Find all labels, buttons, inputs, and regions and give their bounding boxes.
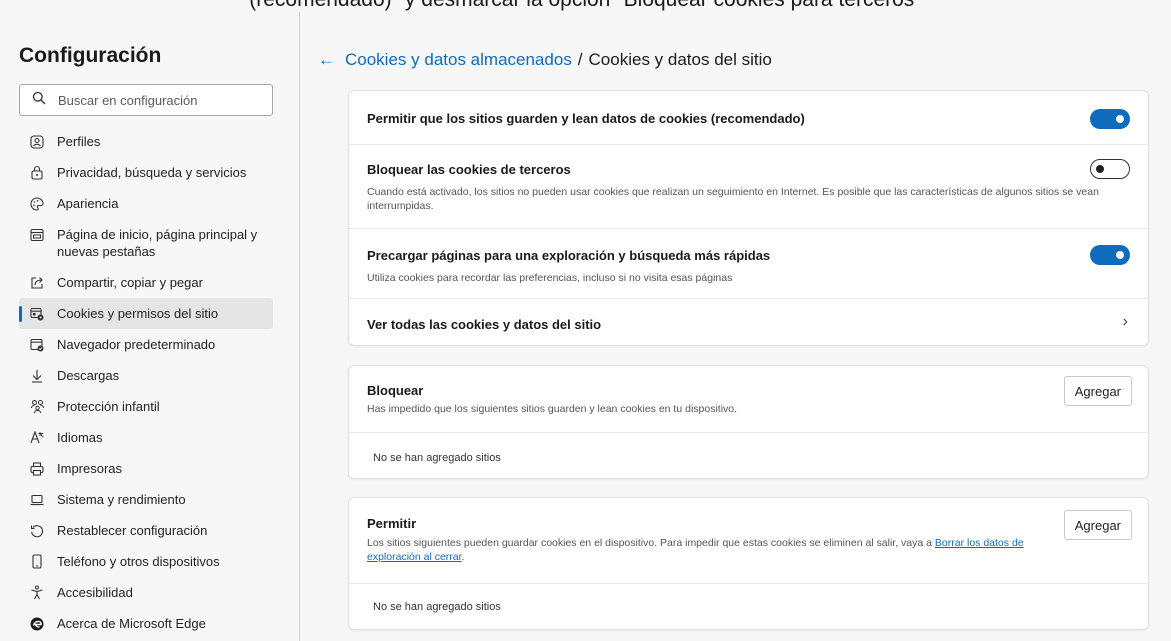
allow-desc-text: Los sitios siguientes pueden guardar coo… <box>367 537 935 549</box>
sidebar-item-proteccion-infantil[interactable]: Protección infantil <box>19 391 273 422</box>
breadcrumb: ← Cookies y datos almacenados / Cookies … <box>318 50 772 70</box>
sidebar-item-label: Privacidad, búsqueda y servicios <box>57 165 247 180</box>
printer-icon <box>29 460 45 477</box>
sidebar-item-label: Descargas <box>57 368 120 383</box>
allow-cookies-row: Permitir que los sitios guarden y lean d… <box>349 91 1148 145</box>
block-empty-text: No se han agregado sitios <box>373 452 501 464</box>
sidebar-item-restablecer[interactable]: Restablecer configuración <box>19 515 273 546</box>
share-icon <box>29 274 45 291</box>
sidebar-item-label: Apariencia <box>57 196 119 211</box>
breadcrumb-separator: / <box>577 50 583 69</box>
allow-cookies-title: Permitir que los sitios guarden y lean d… <box>367 111 805 126</box>
block-third-party-title: Bloquear las cookies de terceros <box>367 162 571 177</box>
sidebar-item-compartir[interactable]: Compartir, copiar y pegar <box>19 267 273 298</box>
preload-title: Precargar páginas para una exploración y… <box>367 248 771 263</box>
family-icon <box>29 398 45 415</box>
preload-desc: Utiliza cookies para recordar las prefer… <box>367 272 733 284</box>
chevron-right-icon: › <box>1122 313 1128 330</box>
page-title: Cookies y datos del sitio <box>588 50 772 69</box>
sidebar-item-impresoras[interactable]: Impresoras <box>19 453 273 484</box>
block-title: Bloquear <box>367 383 424 398</box>
lock-icon <box>29 164 45 181</box>
sidebar-item-label: Protección infantil <box>57 399 160 414</box>
allow-title: Permitir <box>367 516 417 531</box>
sidebar-item-pagina-inicio[interactable]: Página de inicio, página principal y nue… <box>19 219 273 267</box>
sidebar-item-label: Accesibilidad <box>57 585 133 600</box>
block-third-party-toggle[interactable] <box>1090 159 1130 179</box>
block-desc: Has impedido que los siguientes sitios g… <box>367 403 738 415</box>
default-browser-icon <box>29 336 45 353</box>
sidebar-divider <box>299 12 300 641</box>
allow-empty-row: No se han agregado sitios <box>349 584 1148 630</box>
cookies-settings-card: Permitir que los sitios guarden y lean d… <box>348 90 1149 346</box>
accessibility-icon <box>29 584 45 601</box>
sidebar-item-privacidad[interactable]: Privacidad, búsqueda y servicios <box>19 157 273 188</box>
sidebar-item-label: Sistema y rendimiento <box>57 492 186 507</box>
profile-icon <box>29 133 45 150</box>
sidebar-item-acerca[interactable]: Acerca de Microsoft Edge <box>19 608 273 639</box>
search-box[interactable] <box>19 84 273 116</box>
sidebar-item-cookies[interactable]: Cookies y permisos del sitio <box>19 298 273 329</box>
preload-toggle[interactable] <box>1090 245 1130 265</box>
search-input[interactable] <box>58 92 258 108</box>
sidebar-item-label: Perfiles <box>57 134 101 149</box>
sidebar-item-descargas[interactable]: Descargas <box>19 360 273 391</box>
preload-row: Precargar páginas para una exploración y… <box>349 229 1148 299</box>
sidebar-item-label: Impresoras <box>57 461 123 476</box>
breadcrumb-parent-link[interactable]: Cookies y datos almacenados <box>345 50 572 70</box>
allow-cookies-toggle[interactable] <box>1090 109 1130 129</box>
sidebar-item-label: Navegador predeterminado <box>57 337 216 352</box>
edge-logo-icon <box>29 615 45 632</box>
sidebar-item-label: Cookies y permisos del sitio <box>57 306 219 321</box>
settings-sidebar: Configuración Perfiles Privacidad, búsqu… <box>0 0 299 641</box>
laptop-icon <box>29 491 45 508</box>
cookies-icon <box>29 305 45 322</box>
back-arrow-icon[interactable]: ← <box>318 50 335 70</box>
allow-add-button[interactable]: Agregar <box>1063 510 1132 540</box>
block-add-button[interactable]: Agregar <box>1063 376 1132 406</box>
block-card: Bloquear Has impedido que los siguientes… <box>348 365 1149 479</box>
download-icon <box>29 367 45 384</box>
settings-title: Configuración <box>19 44 162 67</box>
sidebar-item-apariencia[interactable]: Apariencia <box>19 188 273 219</box>
allow-desc-end: . <box>461 551 465 563</box>
see-all-cookies-title: Ver todas las cookies y datos del sitio <box>367 317 602 332</box>
language-icon <box>29 429 45 446</box>
allow-header-row: Permitir Los sitios siguientes pueden gu… <box>349 498 1148 584</box>
sidebar-item-label: Compartir, copiar y pegar <box>57 275 203 290</box>
settings-nav: Perfiles Privacidad, búsqueda y servicio… <box>19 126 273 639</box>
sidebar-item-sistema[interactable]: Sistema y rendimiento <box>19 484 273 515</box>
sidebar-item-label: Idiomas <box>57 430 103 445</box>
sidebar-item-label: Página de inicio, página principal y nue… <box>57 227 258 259</box>
sidebar-item-navegador[interactable]: Navegador predeterminado <box>19 329 273 360</box>
allow-card: Permitir Los sitios siguientes pueden gu… <box>348 497 1149 630</box>
allow-empty-text: No se han agregado sitios <box>373 601 501 613</box>
search-icon <box>32 91 46 110</box>
block-header-row: Bloquear Has impedido que los siguientes… <box>349 366 1148 433</box>
sidebar-item-idiomas[interactable]: Idiomas <box>19 422 273 453</box>
sidebar-item-label: Acerca de Microsoft Edge <box>57 616 206 631</box>
appearance-icon <box>29 195 45 212</box>
see-all-cookies-row[interactable]: Ver todas las cookies y datos del sitio … <box>349 299 1148 345</box>
block-third-party-desc: Cuando está activado, los sitios no pued… <box>367 186 1099 212</box>
block-empty-row: No se han agregado sitios <box>349 433 1148 479</box>
sidebar-item-telefono[interactable]: Teléfono y otros dispositivos <box>19 546 273 577</box>
allow-desc: Los sitios siguientes pueden guardar coo… <box>367 536 1057 564</box>
home-tab-icon <box>29 226 45 243</box>
sidebar-item-perfiles[interactable]: Perfiles <box>19 126 273 157</box>
block-third-party-row: Bloquear las cookies de terceros Cuando … <box>349 145 1148 229</box>
sidebar-item-label: Teléfono y otros dispositivos <box>57 554 220 569</box>
sidebar-item-label: Restablecer configuración <box>57 523 208 538</box>
sidebar-item-accesibilidad[interactable]: Accesibilidad <box>19 577 273 608</box>
phone-icon <box>29 553 45 570</box>
reset-icon <box>29 522 45 539</box>
